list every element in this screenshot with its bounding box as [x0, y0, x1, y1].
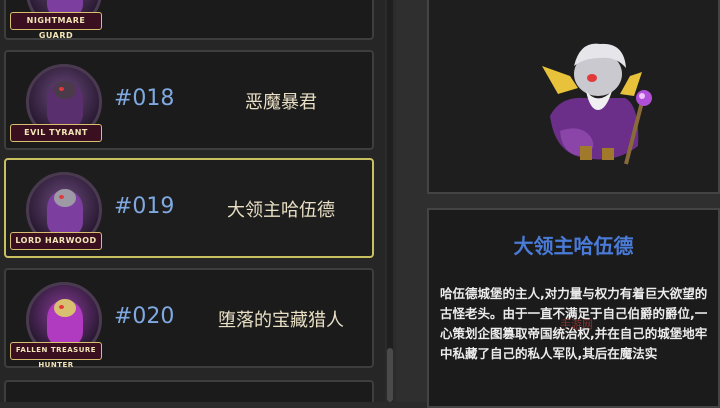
enemy-name: 大领主哈伍德 — [227, 200, 335, 221]
list-scrollbar[interactable] — [387, 0, 393, 402]
enemy-emblem: NIGHTMARE GUARD — [10, 12, 102, 40]
enemy-name: 堕落的宝藏猎人 — [218, 310, 344, 331]
enemy-card-018[interactable]: EVIL TYRANT #018 恶魔暴君 — [4, 50, 374, 150]
enemy-number: #019 — [114, 194, 175, 219]
enemy-number: #018 — [114, 86, 175, 111]
list-scrollbar-thumb[interactable] — [387, 348, 393, 402]
watermark: 手游网 — [560, 318, 593, 331]
enemy-card-020[interactable]: FALLEN TREASURE HUNTER #020 堕落的宝藏猎人 — [4, 268, 374, 369]
enemy-card-019[interactable]: LORD HARWOOD #019 大领主哈伍德 — [4, 158, 374, 258]
enemy-number: #020 — [114, 304, 175, 329]
boss-title: 大领主哈伍德 — [513, 234, 634, 258]
enemy-emblem: FALLEN TREASURE HUNTER — [10, 342, 102, 369]
enemy-emblem: EVIL TYRANT — [10, 124, 102, 142]
boss-portrait — [542, 43, 652, 165]
enemy-card-nightmare-guard[interactable]: NIGHTMARE GUARD — [4, 0, 374, 40]
enemy-name: 恶魔暴君 — [245, 92, 317, 113]
enemy-card-next[interactable] — [4, 380, 374, 402]
enemy-list: NIGHTMARE GUARD EVIL TYRANT #018 恶魔暴君 LO… — [0, 0, 385, 402]
enemy-emblem: LORD HARWOOD — [10, 232, 102, 250]
